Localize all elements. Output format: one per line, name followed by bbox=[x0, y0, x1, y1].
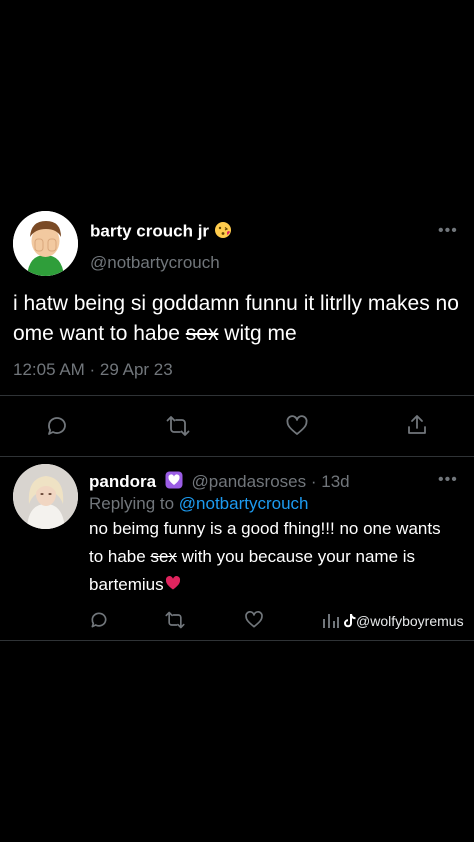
analytics-icon[interactable] bbox=[322, 611, 340, 629]
avatar[interactable] bbox=[13, 211, 78, 276]
share-icon[interactable] bbox=[405, 413, 429, 437]
replying-to: Replying to @notbartycrouch bbox=[89, 494, 309, 514]
divider bbox=[0, 395, 474, 396]
tweet-text-part2: witg me bbox=[218, 322, 297, 345]
more-horizontal-icon[interactable]: ••• bbox=[438, 471, 458, 489]
display-name[interactable]: pandora bbox=[89, 472, 156, 491]
timestamp[interactable]: 12:05 AM · 29 Apr 23 bbox=[13, 360, 173, 380]
divider bbox=[0, 640, 474, 641]
handle-timestamp[interactable]: @pandasroses · 13d bbox=[192, 472, 350, 491]
like-icon[interactable] bbox=[285, 414, 309, 438]
tweet-text: i hatw being si goddamn funnu it litrlly… bbox=[13, 289, 463, 349]
retweet-icon[interactable] bbox=[164, 610, 186, 630]
purple-heart-badge-icon bbox=[165, 471, 183, 494]
like-icon[interactable] bbox=[244, 610, 264, 630]
divider bbox=[0, 456, 474, 457]
reply-icon[interactable] bbox=[89, 610, 109, 630]
reply-text-struck: sex bbox=[150, 547, 177, 566]
watermark-text: @wolfyboyremus bbox=[356, 613, 464, 629]
tiktok-watermark: @wolfyboyremus bbox=[344, 613, 464, 631]
red-heart-icon bbox=[165, 572, 181, 600]
retweet-icon[interactable] bbox=[165, 414, 191, 438]
tiktok-icon bbox=[344, 613, 356, 631]
reply-text: no beimg funny is a good fhing!!! no one… bbox=[89, 515, 449, 600]
reply-icon[interactable] bbox=[45, 414, 69, 438]
replying-to-handle[interactable]: @notbartycrouch bbox=[179, 494, 309, 513]
replying-to-label: Replying to bbox=[89, 494, 179, 513]
handle[interactable]: @notbartycrouch bbox=[90, 253, 220, 273]
tweet-text-struck: sex bbox=[185, 322, 219, 345]
kissing-emoji-icon bbox=[214, 221, 232, 244]
avatar[interactable] bbox=[13, 464, 78, 529]
display-name[interactable]: barty crouch jr bbox=[90, 222, 209, 241]
more-horizontal-icon[interactable]: ••• bbox=[438, 222, 458, 240]
